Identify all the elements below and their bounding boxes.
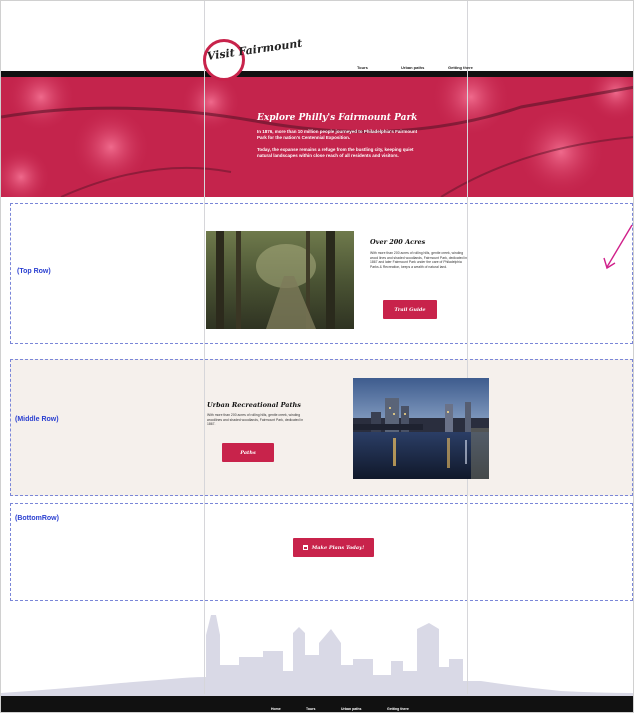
footer-nav-urban-paths[interactable]: Urban paths <box>341 707 361 711</box>
site-footer <box>1 696 633 712</box>
paths-label: Paths <box>240 449 256 456</box>
middle-row-label: (Middle Row) <box>15 416 59 423</box>
trail-guide-label: Trail Guide <box>394 306 426 313</box>
middle-card-text: With more than 200 acres of rolling hill… <box>207 413 304 427</box>
top-card-title: Over 200 Acres <box>370 238 426 246</box>
make-plans-label: Make Plans Today! <box>311 544 365 551</box>
top-card-text: With more than 200 acres of rolling hill… <box>370 251 468 269</box>
footer-nav-getting-there[interactable]: Getting there <box>387 707 409 711</box>
hero-paragraph-1: In 1876, more than 10 million people jou… <box>257 129 418 140</box>
hero-paragraph-2: Today, the expanse remains a refuge from… <box>257 147 414 158</box>
top-row-label: (Top Row) <box>17 268 51 275</box>
annotation-arrow-icon <box>603 224 633 270</box>
nav-getting-there[interactable]: Getting there <box>448 65 473 70</box>
page: Visit Fairmount Tours Urban paths Gettin… <box>0 0 634 713</box>
paths-button[interactable]: Paths <box>222 443 274 462</box>
calendar-icon <box>302 545 308 550</box>
middle-card-title: Urban Recreational Paths <box>207 401 301 409</box>
trail-guide-button[interactable]: Trail Guide <box>383 300 437 319</box>
forest-trail-photo <box>206 231 354 329</box>
site-header <box>1 1 633 75</box>
nav-tours[interactable]: Tours <box>357 65 368 70</box>
hero-title: Explore Philly's Fairmount Park <box>257 113 418 123</box>
city-river-photo <box>353 378 489 479</box>
footer-nav-home[interactable]: Home <box>271 707 281 711</box>
footer-nav-tours[interactable]: Tours <box>306 707 315 711</box>
make-plans-button[interactable]: Make Plans Today! <box>293 538 374 557</box>
bottom-row-label: (BottomRow) <box>15 515 59 522</box>
city-skyline-graphic <box>1 615 633 697</box>
header-divider <box>1 71 633 77</box>
middle-row-outline <box>10 359 633 496</box>
layout-guide-left <box>204 1 205 694</box>
nav-urban-paths[interactable]: Urban paths <box>401 65 424 70</box>
layout-guide-right <box>467 1 468 694</box>
